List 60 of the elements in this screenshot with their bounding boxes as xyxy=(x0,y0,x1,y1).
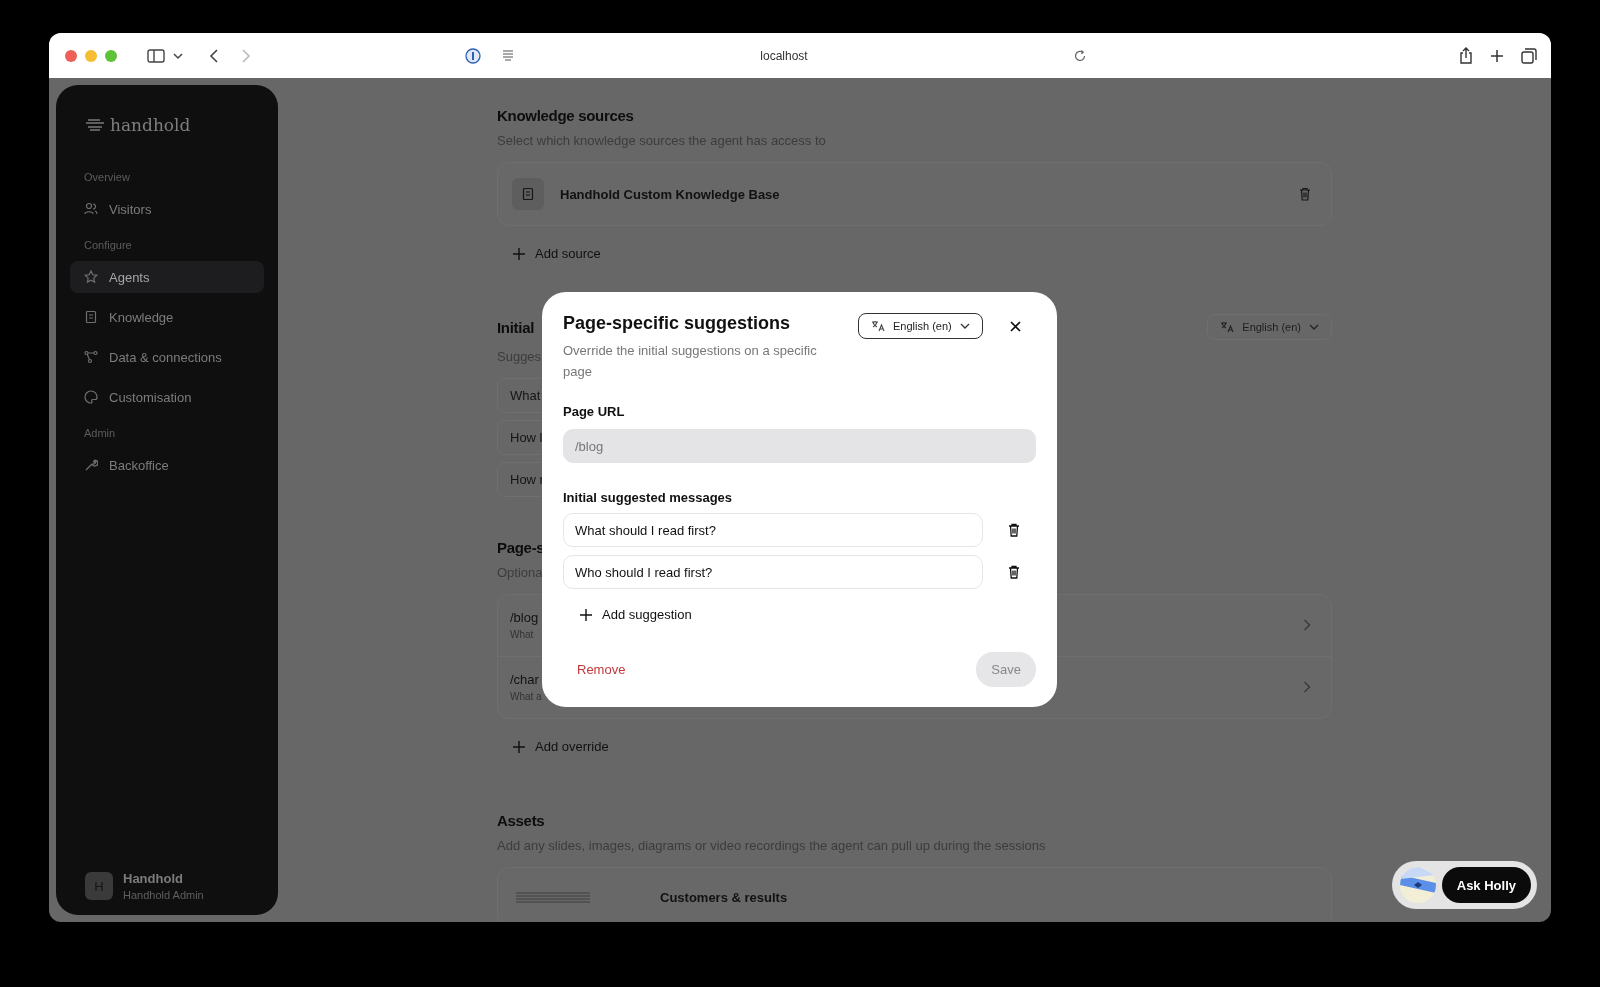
chevron-down-icon[interactable] xyxy=(173,51,183,60)
translate-icon xyxy=(1220,321,1235,333)
nav-item[interactable]: Customisation xyxy=(70,381,264,413)
plus-icon xyxy=(513,740,525,753)
section-title: Knowledge sources xyxy=(497,107,634,124)
tabs-icon[interactable] xyxy=(1521,47,1537,64)
wrench-icon xyxy=(84,458,98,472)
dialog-title: Page-specific suggestions xyxy=(563,313,792,334)
sidebar-toggle-icon[interactable] xyxy=(147,48,165,63)
nav-item[interactable]: Knowledge xyxy=(70,301,264,333)
ask-button[interactable]: Ask Holly xyxy=(1441,867,1531,903)
asset-name: Customers & results xyxy=(660,890,788,905)
users-icon xyxy=(84,202,98,216)
override-path[interactable]: /char xyxy=(510,672,542,687)
language-select[interactable]: English (en) xyxy=(858,313,983,339)
star-icon xyxy=(84,270,98,284)
plus-icon[interactable] xyxy=(1490,48,1504,63)
nodes-icon xyxy=(84,350,98,364)
section-heading: Configure xyxy=(83,239,133,251)
plus-icon xyxy=(580,608,592,621)
share-icon[interactable] xyxy=(1459,47,1473,64)
nav-item[interactable]: Agents xyxy=(70,261,264,293)
add-override-button[interactable]: Add override xyxy=(497,719,625,774)
nav-item[interactable]: Backoffice xyxy=(70,449,264,481)
nav-item[interactable]: Visitors xyxy=(70,193,264,225)
chevron-down-icon xyxy=(1309,324,1319,330)
source-name: Handhold Custom Knowledge Base xyxy=(560,186,781,202)
remove-button[interactable]: Remove xyxy=(563,653,640,685)
suggestion-field[interactable]: Who should I read first? xyxy=(563,555,983,589)
add-source-button[interactable]: Add source xyxy=(497,226,617,281)
user-role: Handhold Admin xyxy=(123,889,204,901)
language-select[interactable]: English (en) xyxy=(1207,314,1332,340)
suggestion-field[interactable]: What should I read first? xyxy=(563,513,983,547)
section-title: Page-s xyxy=(497,539,545,556)
chevron-down-icon xyxy=(959,323,970,329)
address-text[interactable]: localhost xyxy=(515,48,1073,63)
reload-icon[interactable] xyxy=(1073,48,1087,63)
close-icon[interactable] xyxy=(1009,321,1021,332)
section-heading: Overview xyxy=(83,171,131,183)
translate-icon xyxy=(871,320,885,332)
close-window-icon[interactable] xyxy=(65,49,77,62)
assistant-avatar-icon[interactable] xyxy=(1399,867,1436,903)
section-title: Assets xyxy=(497,812,545,829)
section-title: Initial xyxy=(497,318,535,336)
palette-icon xyxy=(84,390,98,404)
password-icon[interactable] xyxy=(465,47,481,64)
trash-icon[interactable] xyxy=(1008,565,1020,579)
trash-icon[interactable] xyxy=(1008,523,1020,537)
add-suggestion-button[interactable]: Add suggestion xyxy=(580,607,692,622)
plus-icon xyxy=(513,247,525,260)
override-path[interactable]: /blog xyxy=(510,610,539,625)
logo-text: handhold xyxy=(110,115,191,135)
doc-icon xyxy=(84,310,98,324)
nav-item[interactable]: Data & connections xyxy=(70,341,264,373)
document-icon xyxy=(512,178,544,210)
dialog-subtitle: Override the initial suggestions on a specific page xyxy=(563,342,818,381)
user-name: Handhold xyxy=(123,871,184,886)
section-heading: Admin xyxy=(83,427,117,439)
logo-icon xyxy=(85,118,105,132)
back-icon[interactable] xyxy=(209,48,219,63)
